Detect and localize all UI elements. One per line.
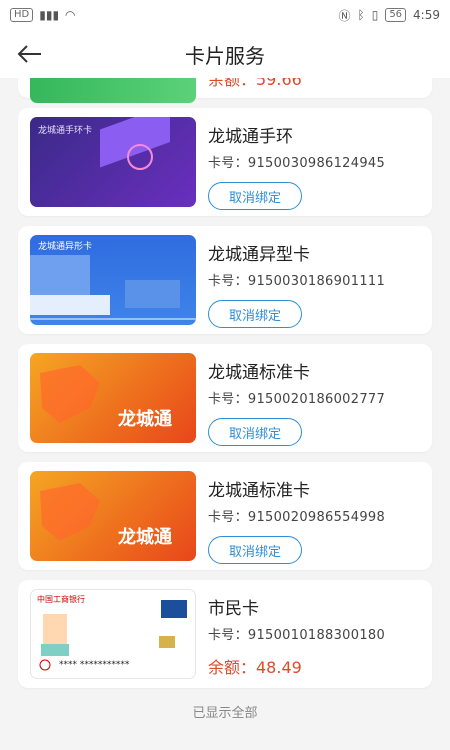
card-item[interactable]: 龙城通 龙城通标准卡 卡号：9150020986554998 取消绑定	[18, 462, 432, 570]
card-thumbnail: 龙城通手环卡	[30, 117, 196, 207]
back-arrow-icon	[17, 45, 41, 63]
card-list: 余额：59.66 龙城通手环卡 龙城通手环 卡号：915003098612494…	[0, 78, 450, 750]
bluetooth-icon: ᛒ	[357, 8, 365, 22]
list-end-text: 已显示全部	[192, 706, 258, 721]
unbind-button[interactable]: 取消绑定	[208, 300, 302, 328]
back-button[interactable]	[14, 40, 44, 68]
card-number: 卡号：9150030986124945	[208, 156, 386, 171]
page-title: 卡片服务	[185, 43, 265, 68]
battery-icon: 56	[385, 8, 407, 22]
card-thumbnail	[30, 78, 196, 103]
nfc-icon: Ⓝ	[338, 8, 351, 23]
status-left: HD ▮▮▮ ◠	[10, 8, 76, 22]
header: 卡片服务	[0, 30, 450, 78]
time: 4:59	[413, 8, 440, 22]
card-item[interactable]: 龙城通异形卡 龙城通异型卡 卡号：9150030186901111 取消绑定	[18, 226, 432, 334]
card-name: 龙城通异型卡	[208, 245, 310, 265]
card-balance: 余额：48.49	[208, 658, 302, 677]
wifi-icon: ◠	[65, 8, 76, 22]
card-thumbnail: 龙城通	[30, 471, 196, 561]
card-thumbnail: 龙城通	[30, 353, 196, 443]
card-item[interactable]: 龙城通 龙城通标准卡 卡号：9150020186002777 取消绑定	[18, 344, 432, 452]
card-number: 卡号：9150020986554998	[208, 510, 386, 525]
card-number: 卡号：9150030186901111	[208, 274, 386, 289]
card-thumbnail: 龙城通异形卡	[30, 235, 196, 325]
signal-icon: ▮▮▮	[39, 8, 60, 22]
status-bar: HD ▮▮▮ ◠ Ⓝ ᛒ ▯ 56 4:59	[0, 0, 450, 30]
card-name: 龙城通标准卡	[208, 363, 310, 383]
card-thumbnail: 中国工商银行 **** ***********	[30, 589, 196, 679]
status-right: Ⓝ ᛒ ▯ 56 4:59	[338, 7, 440, 24]
card-stars: **** ***********	[59, 660, 130, 670]
card-item[interactable]: 龙城通手环卡 龙城通手环 卡号：9150030986124945 取消绑定	[18, 108, 432, 216]
card-balance: 余额：59.66	[208, 78, 302, 89]
thumb-label: 龙城通	[118, 409, 172, 430]
hd-indicator: HD	[10, 8, 34, 22]
card-item-citizen[interactable]: 中国工商银行 **** *********** 市民卡 卡号：915001018…	[18, 580, 432, 688]
card-name: 市民卡	[208, 599, 259, 619]
unbind-button[interactable]: 取消绑定	[208, 182, 302, 210]
card-name: 龙城通手环	[208, 127, 293, 147]
card-name: 龙城通标准卡	[208, 481, 310, 501]
bank-name: 中国工商银行	[37, 595, 85, 604]
unbind-button[interactable]: 取消绑定	[208, 536, 302, 564]
card-number: 卡号：9150020186002777	[208, 392, 386, 407]
unbind-button[interactable]: 取消绑定	[208, 418, 302, 446]
card-number: 卡号：9150010188300180	[208, 628, 386, 643]
thumb-label: 龙城通手环卡	[38, 126, 93, 136]
thumb-label: 龙城通	[118, 527, 172, 548]
thumb-label: 龙城通异形卡	[38, 242, 93, 252]
vibrate-icon: ▯	[371, 8, 379, 22]
card-partial[interactable]: 余额：59.66	[18, 78, 432, 103]
